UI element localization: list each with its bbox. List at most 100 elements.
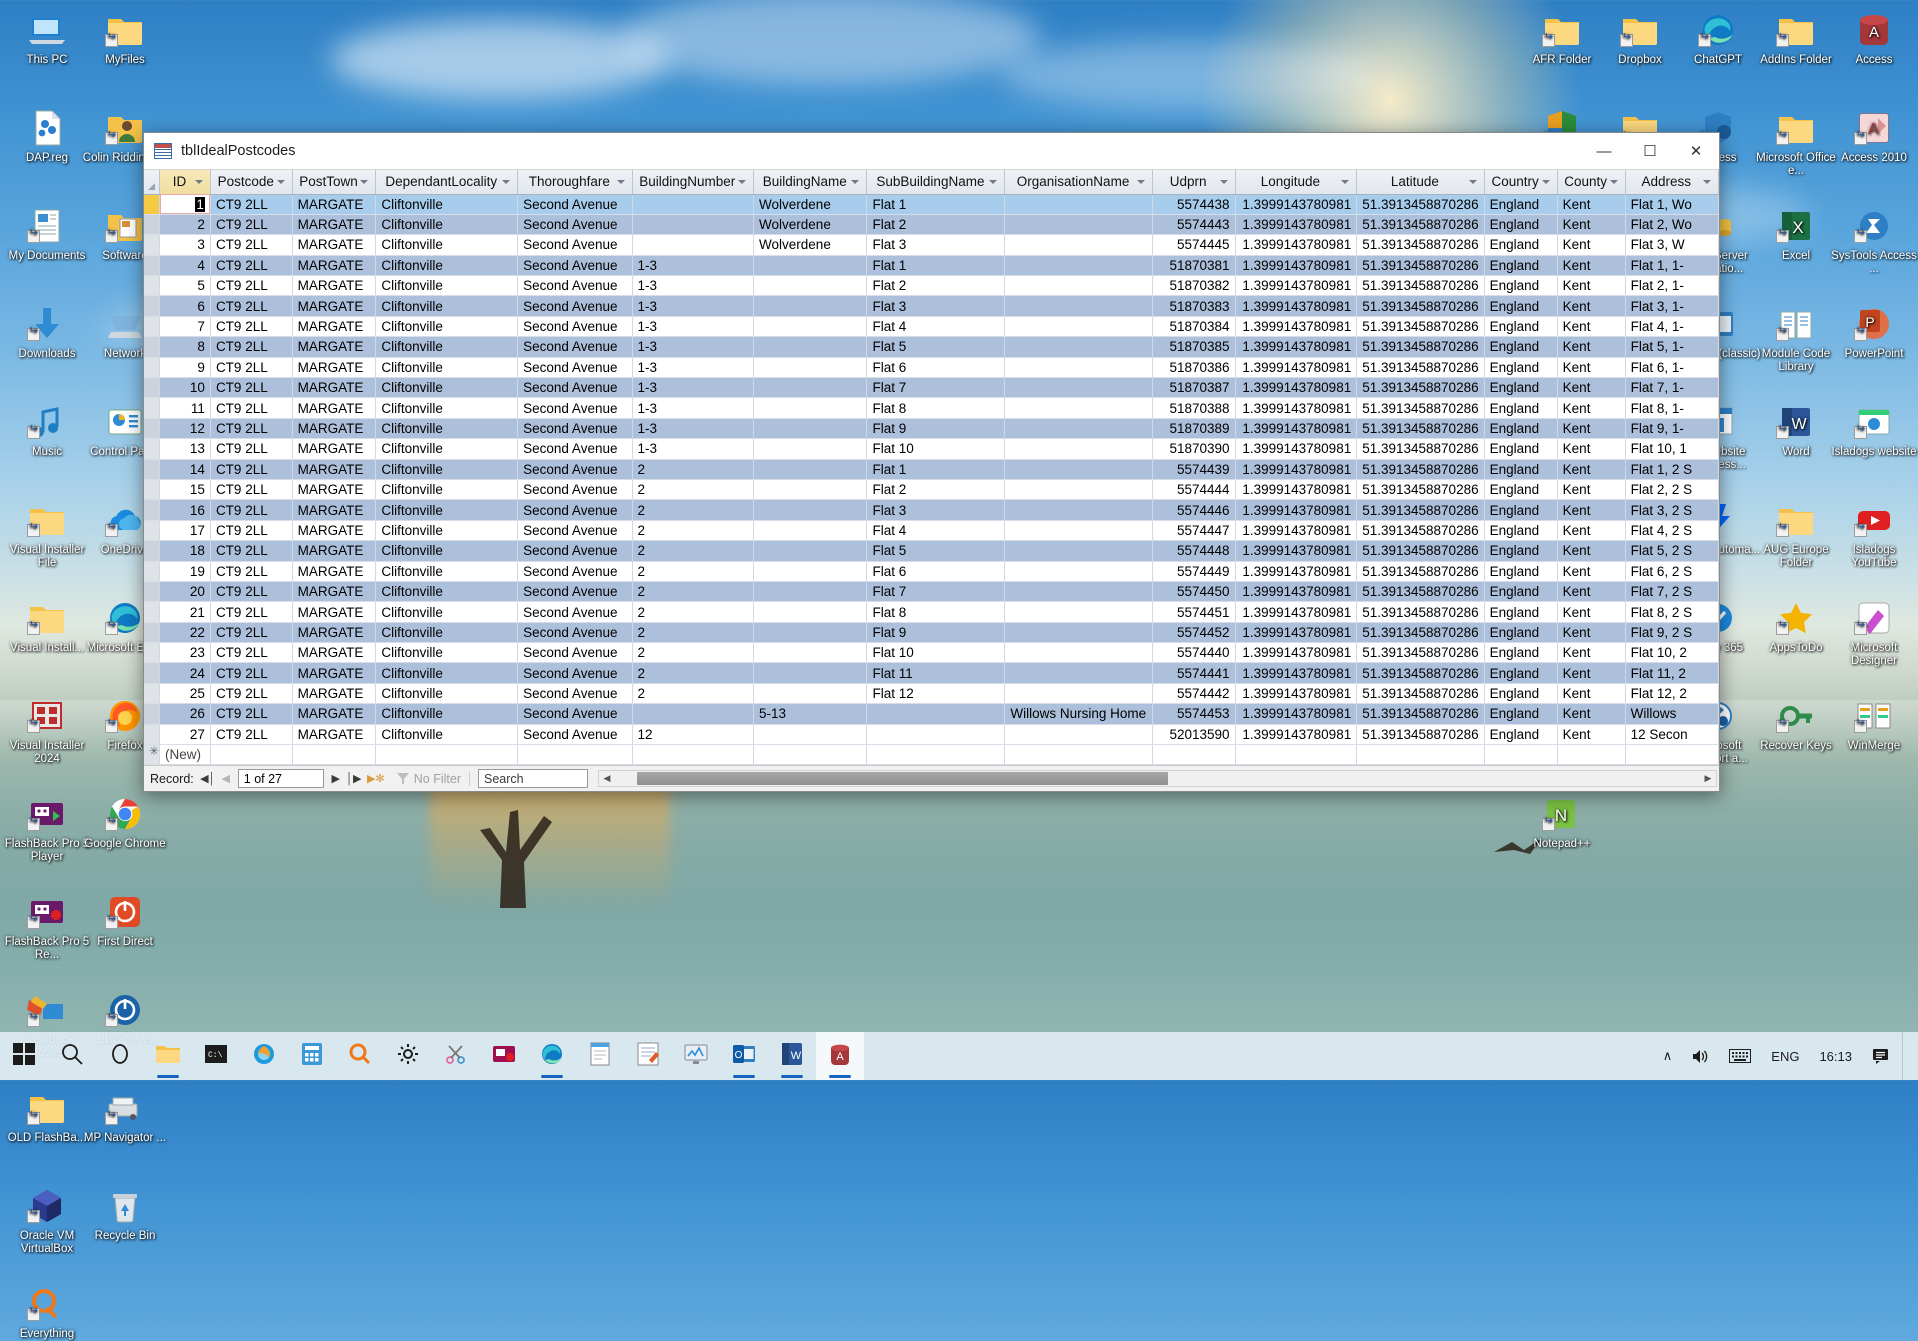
cell-thoroughfare[interactable]: Second Avenue: [517, 540, 633, 562]
cell-county[interactable]: Kent: [1557, 194, 1626, 215]
cell-county[interactable]: Kent: [1557, 561, 1626, 582]
desktop-icon[interactable]: OLD FlashBa...: [3, 1086, 91, 1145]
cell-country[interactable]: England: [1484, 397, 1558, 419]
chevron-down-icon[interactable]: [1468, 176, 1479, 187]
cell-address[interactable]: Flat 3, W: [1625, 234, 1719, 256]
cell-udprn[interactable]: 5574453: [1152, 703, 1236, 725]
desktop-icon[interactable]: X Excel: [1752, 204, 1840, 263]
desktop-icon[interactable]: MyFiles: [81, 8, 169, 67]
cell-organisationname[interactable]: [1004, 377, 1153, 399]
cell-thoroughfare[interactable]: Second Avenue: [517, 255, 633, 277]
cell-postcode[interactable]: CT9 2LL: [210, 234, 293, 256]
cell-postcode[interactable]: CT9 2LL: [210, 540, 293, 562]
cell-thoroughfare[interactable]: Second Avenue: [517, 194, 633, 215]
cell-posttown[interactable]: MARGATE: [292, 397, 377, 419]
cell-udprn[interactable]: 51870388: [1152, 397, 1236, 419]
cell-address[interactable]: Flat 1, 1-: [1625, 255, 1719, 277]
row-selector[interactable]: [144, 581, 161, 603]
cell-buildingnumber[interactable]: 2: [632, 622, 755, 644]
cell-dependantlocality[interactable]: Cliftonville: [375, 499, 519, 521]
scrollbar-track[interactable]: [615, 771, 1700, 786]
cell-udprn[interactable]: 51870381: [1152, 255, 1236, 277]
cell-country[interactable]: England: [1484, 438, 1558, 460]
cell-longitude[interactable]: 1.3999143780981: [1235, 561, 1358, 582]
cell-country[interactable]: England: [1484, 520, 1558, 542]
cell-buildingname[interactable]: [753, 377, 868, 399]
cell-longitude[interactable]: 1.3999143780981: [1235, 622, 1358, 644]
cell-longitude[interactable]: 1.3999143780981: [1235, 642, 1358, 664]
cell-thoroughfare[interactable]: Second Avenue: [517, 438, 633, 460]
cell-organisationname[interactable]: [1004, 438, 1153, 460]
cell-posttown[interactable]: MARGATE: [292, 683, 377, 705]
table-row[interactable]: 12 CT9 2LL MARGATE Cliftonville Second Avenu…: [144, 418, 1719, 440]
cell-latitude[interactable]: 51.3913458870286: [1356, 642, 1485, 664]
cell-buildingnumber[interactable]: 1-3: [632, 316, 755, 338]
cell-posttown[interactable]: MARGATE: [292, 357, 377, 379]
column-header-thoroughfare[interactable]: Thoroughfare: [517, 170, 633, 195]
cell-country[interactable]: England: [1484, 459, 1558, 480]
cell-thoroughfare[interactable]: Second Avenue: [517, 499, 633, 521]
cell-postcode[interactable]: CT9 2LL: [210, 377, 293, 399]
cell-buildingname[interactable]: [753, 316, 868, 338]
cell-thoroughfare[interactable]: Second Avenue: [517, 214, 633, 236]
cell-buildingname[interactable]: [753, 438, 868, 460]
cell-county[interactable]: Kent: [1557, 724, 1626, 746]
new-record-cell[interactable]: [517, 744, 633, 765]
column-header-subbuildingname[interactable]: SubBuildingName: [866, 170, 1006, 195]
filter-status[interactable]: No Filter: [396, 771, 471, 786]
cell-address[interactable]: Flat 2, 2 S: [1625, 479, 1719, 501]
cell-dependantlocality[interactable]: Cliftonville: [375, 724, 519, 746]
cell-buildingnumber[interactable]: 2: [632, 601, 755, 623]
row-selector[interactable]: [144, 561, 161, 582]
cell-id[interactable]: 22: [159, 622, 211, 644]
desktop-icon[interactable]: Oracle VM VirtualBox: [3, 1184, 91, 1255]
cell-thoroughfare[interactable]: Second Avenue: [517, 316, 633, 338]
row-selector[interactable]: [144, 214, 161, 236]
taskbar-command-prompt[interactable]: C:\: [192, 1032, 240, 1080]
cell-county[interactable]: Kent: [1557, 377, 1626, 399]
cell-posttown[interactable]: MARGATE: [292, 642, 377, 664]
cell-thoroughfare[interactable]: Second Avenue: [517, 357, 633, 379]
select-all-corner[interactable]: [144, 170, 161, 195]
cell-country[interactable]: England: [1484, 601, 1558, 623]
taskbar-settings[interactable]: [384, 1032, 432, 1080]
cell-longitude[interactable]: 1.3999143780981: [1235, 275, 1358, 297]
cell-country[interactable]: England: [1484, 234, 1558, 256]
row-selector[interactable]: [144, 234, 161, 256]
desktop-icon[interactable]: Recover Keys: [1752, 694, 1840, 753]
cell-posttown[interactable]: MARGATE: [292, 499, 377, 521]
cell-address[interactable]: Flat 8, 1-: [1625, 397, 1719, 419]
row-selector[interactable]: [144, 295, 161, 317]
taskbar-notepad[interactable]: [576, 1032, 624, 1080]
cell-dependantlocality[interactable]: Cliftonville: [375, 438, 519, 460]
new-record-selector[interactable]: [144, 744, 161, 765]
cell-latitude[interactable]: 51.3913458870286: [1356, 234, 1485, 256]
cell-buildingname[interactable]: Wolverdene: [753, 214, 868, 236]
cell-county[interactable]: Kent: [1557, 234, 1626, 256]
row-selector[interactable]: [144, 194, 161, 215]
cell-address[interactable]: Flat 4, 1-: [1625, 316, 1719, 338]
desktop-icon[interactable]: W Word: [1752, 400, 1840, 459]
cell-dependantlocality[interactable]: Cliftonville: [375, 194, 519, 215]
cell-organisationname[interactable]: [1004, 397, 1153, 419]
cell-dependantlocality[interactable]: Cliftonville: [375, 377, 519, 399]
row-selector[interactable]: [144, 601, 161, 623]
horizontal-scrollbar[interactable]: ◀ ▶: [598, 770, 1717, 787]
cell-county[interactable]: Kent: [1557, 459, 1626, 480]
cell-latitude[interactable]: 51.3913458870286: [1356, 438, 1485, 460]
cell-organisationname[interactable]: [1004, 255, 1153, 277]
cell-dependantlocality[interactable]: Cliftonville: [375, 295, 519, 317]
cell-country[interactable]: England: [1484, 377, 1558, 399]
cell-thoroughfare[interactable]: Second Avenue: [517, 275, 633, 297]
column-header-postcode[interactable]: Postcode: [210, 170, 293, 195]
cell-latitude[interactable]: 51.3913458870286: [1356, 662, 1485, 684]
cell-dependantlocality[interactable]: Cliftonville: [375, 214, 519, 236]
cell-buildingnumber[interactable]: 2: [632, 642, 755, 664]
row-selector[interactable]: [144, 255, 161, 277]
cell-county[interactable]: Kent: [1557, 642, 1626, 664]
cell-longitude[interactable]: 1.3999143780981: [1235, 418, 1358, 440]
cell-dependantlocality[interactable]: Cliftonville: [375, 357, 519, 379]
cell-postcode[interactable]: CT9 2LL: [210, 275, 293, 297]
cell-longitude[interactable]: 1.3999143780981: [1235, 703, 1358, 725]
scroll-right-button[interactable]: ▶: [1700, 773, 1716, 784]
